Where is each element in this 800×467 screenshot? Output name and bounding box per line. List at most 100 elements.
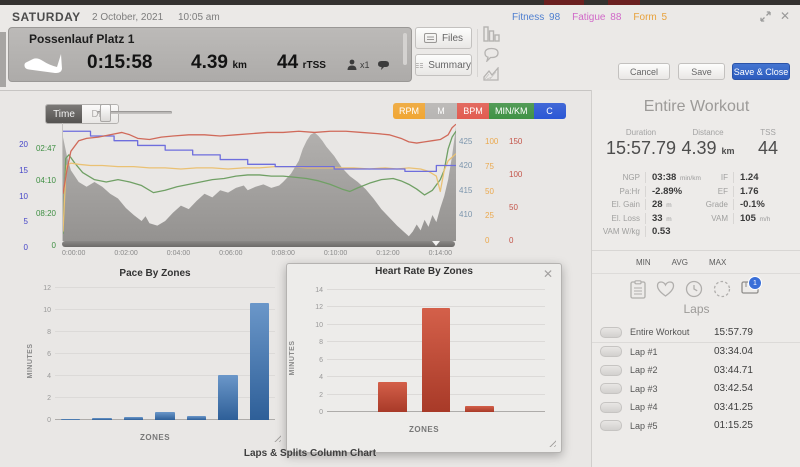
pace-chart-xlabel: ZONES <box>25 433 285 442</box>
y-axis-tick: 10 <box>315 322 323 329</box>
duration-icon[interactable] <box>685 280 703 298</box>
lap-visibility-toggle[interactable] <box>600 327 622 338</box>
files-label: Files <box>442 33 463 44</box>
zone-bar-6[interactable] <box>218 375 237 420</box>
heart-rate-icon[interactable] <box>656 280 675 298</box>
zone-bar-3[interactable] <box>124 417 143 420</box>
axis-tick: 100 <box>509 170 529 179</box>
metric-value: 98 <box>549 12 560 23</box>
files-button[interactable]: Files <box>415 27 472 49</box>
summary-label: Distance <box>676 128 740 137</box>
lap-time: 15:57.79 <box>714 327 753 338</box>
distance-unit: km <box>232 60 246 71</box>
trend-chart-icon[interactable] <box>483 67 500 81</box>
save-close-label: Save & Close <box>734 67 789 77</box>
axis-tick: 425 <box>459 137 479 146</box>
comment-bubble-icon[interactable] <box>377 60 390 71</box>
graph-legend: RPMMBPMMIN/KMC <box>393 103 566 119</box>
axis-tick: 50 <box>509 203 529 212</box>
popup-close-icon[interactable]: ✕ <box>543 267 553 281</box>
lap-row[interactable]: Lap #303:42.54 <box>592 380 800 399</box>
y-axis-tick: 2 <box>319 392 323 399</box>
lap-visibility-toggle[interactable] <box>600 365 622 376</box>
close-icon[interactable]: ✕ <box>780 9 790 23</box>
legend-bpm[interactable]: BPM <box>457 103 489 119</box>
lap-visibility-toggle[interactable] <box>600 383 622 394</box>
pace-by-zones-chart: Pace By Zones MINUTES 024681012 ZONES <box>25 266 285 456</box>
stat-if: IF1.24 <box>696 172 770 186</box>
axis-tick: 20 <box>8 140 28 149</box>
lap-row[interactable]: Lap #501:15.25 <box>592 417 800 436</box>
x-axis-tick: 0:12:00 <box>376 250 399 257</box>
lap-row[interactable]: Lap #203:44.71 <box>592 361 800 380</box>
metric-value: 5 <box>662 12 668 23</box>
save-button[interactable]: Save <box>678 63 725 80</box>
heart-rate-by-zones-popup[interactable]: Heart Rate By Zones ✕ MINUTES 0246810121… <box>286 263 562 453</box>
zone-bar-4[interactable] <box>155 412 174 420</box>
legend-m[interactable]: M <box>425 103 457 119</box>
zone-bar-2[interactable] <box>378 382 407 412</box>
axis-tick: 150 <box>509 137 529 146</box>
zone-bar-4[interactable] <box>465 406 494 412</box>
notes-icon[interactable] <box>630 280 646 299</box>
lap-row[interactable]: Lap #403:41.25 <box>592 398 800 417</box>
zone-bar-2[interactable] <box>92 418 111 420</box>
stat-label: VAM W/kg <box>596 227 640 236</box>
stat-label: VAM <box>696 214 728 223</box>
hr-chart-resize-handle[interactable] <box>547 438 556 447</box>
bar-chart-icon[interactable] <box>483 26 500 42</box>
workout-summary-card[interactable]: Possenlauf Platz 1 0:15:58 4.39 km 44 rT… <box>8 27 412 82</box>
x-axis-tick: 0:00:00 <box>62 250 85 257</box>
card-scrollbar[interactable] <box>403 33 407 65</box>
zoom-slider-thumb[interactable] <box>100 104 111 122</box>
lap-row[interactable]: Entire Workout15:57.79 <box>592 323 800 343</box>
power-icon[interactable] <box>713 280 731 298</box>
summary-unit: km <box>722 146 735 156</box>
workout-graph[interactable] <box>62 123 456 241</box>
axis-tick: 410 <box>459 210 479 219</box>
stat-label: Grade <box>696 200 728 209</box>
legend-c[interactable]: C <box>534 103 566 119</box>
min-avg-max-row: MINAVGMAX <box>636 258 726 267</box>
zone-bar-1[interactable] <box>61 419 80 420</box>
stat-label: El. Loss <box>596 214 640 223</box>
expand-icon[interactable] <box>760 11 771 22</box>
zone-bar-7[interactable] <box>250 303 269 420</box>
stat-value: 105 m/h <box>733 213 770 224</box>
laps-list: Entire Workout15:57.79Lap #103:34.04Lap … <box>592 323 800 435</box>
axis-tick: 0 <box>30 241 56 250</box>
tss-unit: rTSS <box>303 60 326 71</box>
zone-bar-5[interactable] <box>187 416 206 420</box>
fitness-metrics-row: Fitness 98Fatigue 88Form 5 <box>512 12 667 23</box>
x-axis-ticks: 0:00:000:02:000:04:000:06:000:08:000:10:… <box>62 250 452 257</box>
stat-label: Pa:Hr <box>596 187 640 196</box>
summary-button[interactable]: Summary <box>415 54 472 76</box>
axis-heart-rate: 150100500 <box>509 137 529 245</box>
summary-label: TSS <box>740 128 796 137</box>
panel-title: Entire Workout <box>592 98 800 116</box>
graph-scrollbar[interactable] <box>62 241 455 247</box>
lap-visibility-toggle[interactable] <box>600 402 622 413</box>
panel-divider-2 <box>592 273 800 274</box>
laps-section-title: Laps <box>592 302 800 316</box>
zone-bar-3[interactable] <box>422 308 451 412</box>
graph-scroll-marker[interactable] <box>432 241 440 246</box>
window-controls: ✕ <box>760 9 790 23</box>
hr-chart-plot <box>327 290 545 412</box>
legend-min-km[interactable]: MIN/KM <box>489 103 534 119</box>
stat-label: EF <box>696 187 728 196</box>
stats-left-column: NGP03:38 min/kmPa:Hr-2.89%El. Gain28 mEl… <box>596 172 701 240</box>
axis-tick: 10 <box>8 192 28 201</box>
axis-temperature: 20151050 <box>8 140 28 252</box>
lap-visibility-toggle[interactable] <box>600 346 622 357</box>
lap-row[interactable]: Lap #103:34.04 <box>592 343 800 362</box>
stat-value: 1.76 <box>733 186 759 197</box>
y-axis-tick: 4 <box>319 374 323 381</box>
toggle-time[interactable]: Time <box>46 105 82 123</box>
summary-label: Summary <box>428 60 471 71</box>
lap-visibility-toggle[interactable] <box>600 420 622 431</box>
legend-rpm[interactable]: RPM <box>393 103 425 119</box>
cancel-button[interactable]: Cancel <box>618 63 670 80</box>
save-close-button[interactable]: Save & Close <box>732 63 790 80</box>
comments-icon[interactable] <box>483 47 500 62</box>
